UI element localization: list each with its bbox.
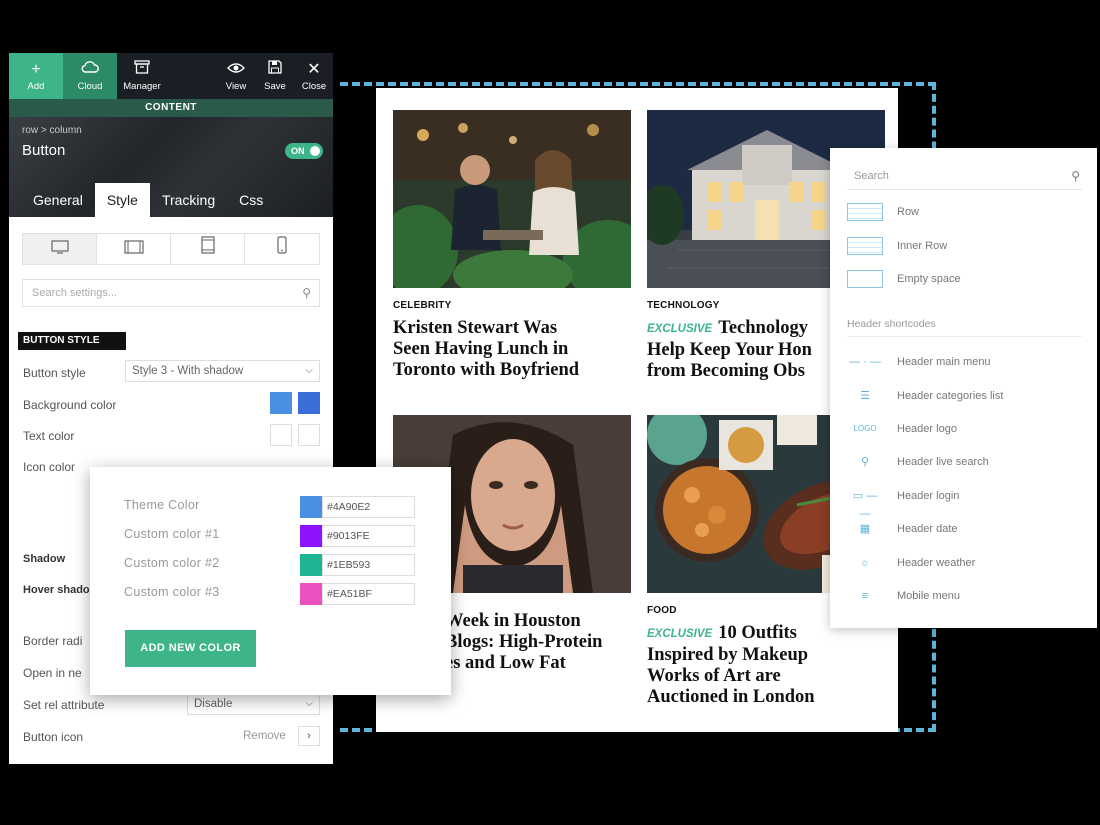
close-button[interactable]: ✕ Close: [287, 53, 333, 99]
picker-item-header-categories[interactable]: ☰ Header categories list: [847, 384, 1082, 408]
hamburger-icon: ≡: [861, 590, 869, 602]
live-search-icon: ⚲: [860, 456, 870, 468]
button-icon-label: Button icon: [23, 730, 84, 744]
picker-item-header-login[interactable]: ▭ — — Header login: [847, 484, 1082, 520]
picker-item-empty-space[interactable]: Empty space: [847, 267, 1082, 291]
tab-css[interactable]: Css: [227, 183, 275, 217]
color-label: Custom color #3: [124, 585, 220, 599]
background-hover-color-swatch[interactable]: [298, 392, 320, 414]
picker-item-header-live-search[interactable]: ⚲ Header live search: [847, 450, 1082, 474]
hover-shadow-label: Hover shado: [23, 584, 90, 596]
empty-space-icon: [847, 270, 883, 288]
menu-dash-icon: — · —: [849, 356, 881, 368]
color-hex-input[interactable]: #9013FE: [322, 525, 415, 547]
breadcrumb[interactable]: row > column: [22, 125, 82, 136]
tab-style[interactable]: Style: [94, 183, 150, 217]
editor-tabs: General Style Tracking Css: [21, 183, 275, 217]
header-shortcodes-heading: Header shortcodes: [847, 318, 1082, 337]
button-style-select[interactable]: Style 3 - With shadow ⌵: [125, 360, 320, 382]
login-icon: ▭ — —: [852, 490, 878, 520]
rel-attribute-label: Set rel attribute: [23, 698, 105, 712]
article-card-celebrity[interactable]: CELEBRITY Kristen Stewart Was Seen Havin…: [393, 110, 631, 381]
picker-item-header-weather[interactable]: ☼ Header weather: [847, 551, 1082, 575]
add-new-color-button[interactable]: ADD NEW COLOR: [125, 630, 256, 667]
settings-search-input[interactable]: Search settings... ⚲: [22, 279, 320, 307]
button-style-label: Button style: [23, 366, 86, 380]
desktop-icon[interactable]: [23, 234, 97, 264]
color-label: Custom color #1: [124, 527, 220, 541]
color-hex-input[interactable]: #4A90E2: [322, 496, 415, 518]
background-color-label: Background color: [23, 398, 117, 412]
device-switcher: [22, 233, 320, 265]
search-icon: ⚲: [1071, 169, 1080, 183]
logo-icon: LOGO: [853, 424, 877, 433]
close-icon: ✕: [307, 61, 321, 78]
color-hex-input[interactable]: #EA51BF: [322, 583, 415, 605]
picker-item-row[interactable]: Row: [847, 200, 1082, 224]
chevron-right-icon[interactable]: ›: [298, 726, 320, 746]
search-icon: ⚲: [302, 286, 311, 300]
page-preview: CELEBRITY Kristen Stewart Was Seen Havin…: [376, 88, 898, 732]
color-swatch[interactable]: [300, 583, 322, 605]
cloud-button[interactable]: Cloud: [63, 53, 117, 99]
exclusive-badge: EXCLUSIVE: [647, 323, 713, 335]
picker-search-input[interactable]: Search ⚲: [847, 162, 1082, 190]
text-color-label: Text color: [23, 429, 75, 443]
color-label: Custom color #2: [124, 556, 220, 570]
content-header: CONTENT: [9, 99, 333, 117]
color-swatch[interactable]: [300, 554, 322, 576]
text-color-swatch[interactable]: [270, 424, 292, 446]
rel-attribute-select[interactable]: Disable ⌵: [187, 693, 320, 715]
color-palette-popup: Theme Color #4A90E2 Custom color #1 #901…: [90, 467, 451, 695]
color-swatch[interactable]: [300, 525, 322, 547]
color-hex-input[interactable]: #1EB593: [322, 554, 415, 576]
background-color-swatch[interactable]: [270, 392, 292, 414]
manager-button[interactable]: Manager: [115, 53, 169, 99]
picker-item-inner-row[interactable]: Inner Row: [847, 234, 1082, 258]
picker-item-header-main-menu[interactable]: — · — Header main menu: [847, 350, 1082, 374]
element-title: Button: [22, 142, 66, 159]
plus-icon: +: [31, 61, 41, 78]
color-swatch[interactable]: [300, 496, 322, 518]
row-icon: [847, 203, 883, 221]
sun-icon: ☼: [859, 557, 871, 569]
article-image-couple: [393, 110, 631, 288]
add-button[interactable]: + Add: [9, 53, 63, 99]
inner-row-icon: [847, 237, 883, 255]
picker-item-header-date[interactable]: ▦ Header date: [847, 517, 1082, 541]
chevron-down-icon: ⌵: [305, 698, 313, 709]
text-hover-color-swatch[interactable]: [298, 424, 320, 446]
calendar-icon: ▦: [859, 523, 871, 535]
shadow-label: Shadow: [23, 553, 66, 565]
article-title[interactable]: EXCLUSIVE 10 Outfits Inspired by Makeup W…: [647, 623, 885, 708]
article-title[interactable]: Kristen Stewart Was Seen Having Lunch in…: [393, 318, 631, 381]
manager-icon: [115, 53, 169, 81]
cloud-icon: [63, 53, 117, 81]
mobile-icon[interactable]: [245, 234, 319, 264]
color-label: Theme Color: [124, 498, 200, 512]
picker-item-mobile-menu[interactable]: ≡ Mobile menu: [847, 584, 1082, 608]
tab-general[interactable]: General: [21, 183, 95, 217]
categories-icon: ☰: [860, 390, 870, 402]
tab-tracking[interactable]: Tracking: [150, 183, 227, 217]
chevron-down-icon: ⌵: [305, 365, 313, 376]
on-toggle[interactable]: ON: [285, 143, 323, 159]
open-new-window-label: Open in ne: [23, 666, 82, 680]
article-category: CELEBRITY: [393, 300, 452, 311]
editor-toolbar: + Add Cloud Manager View Save ✕ Close: [9, 53, 333, 99]
border-radius-label: Border radi: [23, 634, 83, 648]
element-picker: Search ⚲ Row Inner Row Empty space Heade…: [830, 148, 1097, 628]
picker-item-header-logo[interactable]: LOGO Header logo: [847, 417, 1082, 441]
exclusive-badge: EXCLUSIVE: [647, 628, 713, 640]
icon-color-label: Icon color: [23, 460, 76, 474]
section-label: BUTTON STYLE: [18, 332, 126, 350]
tablet-landscape-icon[interactable]: [97, 234, 171, 264]
tablet-portrait-icon[interactable]: [171, 234, 245, 264]
remove-icon-link[interactable]: Remove: [243, 730, 286, 742]
